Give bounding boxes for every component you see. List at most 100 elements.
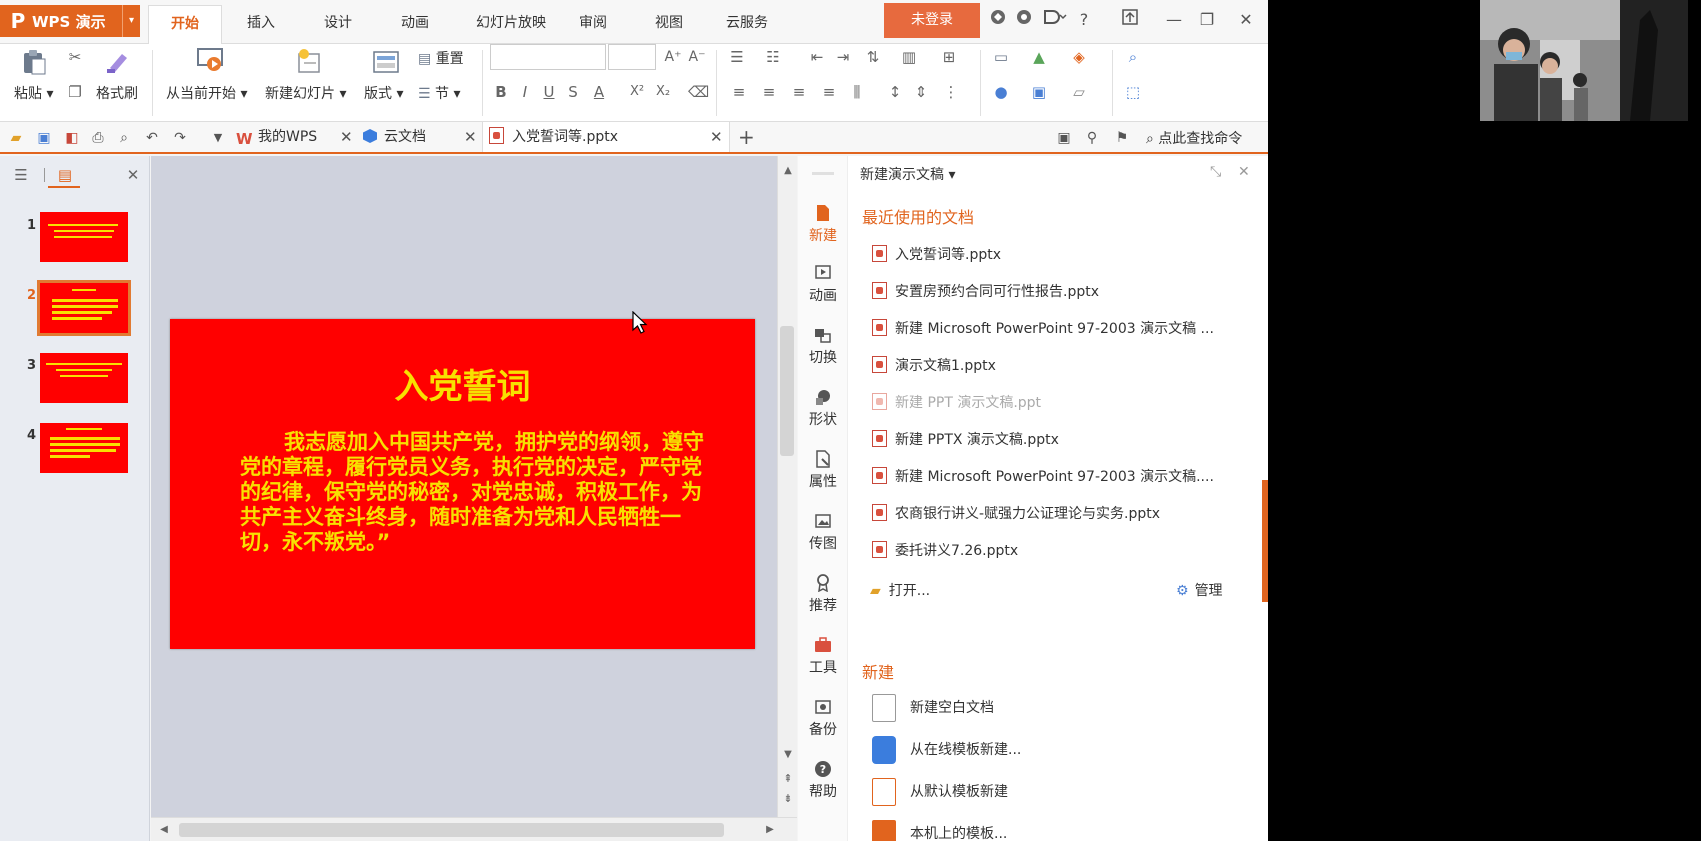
align-left-icon[interactable]: ≡ [730, 83, 748, 101]
flag-icon[interactable]: ⚑ [1112, 128, 1132, 148]
numbered-list-icon[interactable]: ☷ [764, 48, 782, 66]
close-my-wps-tab-icon[interactable]: ✕ [340, 122, 353, 152]
minimize-button[interactable]: — [1162, 8, 1186, 32]
command-search[interactable]: ⌕ 点此查找命令 [1146, 128, 1242, 148]
customize-toolbar-icon[interactable]: ▼ [208, 128, 228, 148]
bold-button[interactable]: B [492, 83, 510, 101]
text-box-icon[interactable]: ⊞ [940, 48, 958, 66]
shrink-font-button[interactable]: A⁻ [688, 48, 706, 66]
tab-view[interactable]: 视图 [636, 5, 702, 44]
upload-icon[interactable] [1118, 8, 1142, 32]
tab-cloud-service[interactable]: 云服务 [712, 5, 782, 44]
help-button[interactable]: ? [1072, 8, 1096, 32]
save-icon[interactable]: ▣ [34, 128, 54, 148]
scroll-down-icon[interactable]: ▼ [779, 746, 797, 764]
recent-file-unavailable[interactable]: 新建 PPT 演示文稿.ppt [872, 392, 1242, 414]
paste-icon[interactable] [20, 48, 48, 76]
find-replace-icon[interactable]: ⌕ [1124, 48, 1142, 66]
text-direction-icon[interactable]: ⇅ [864, 48, 882, 66]
login-button[interactable]: 未登录 [884, 3, 980, 38]
arrange-icon[interactable]: ▣ [1030, 83, 1048, 101]
play-from-current-icon[interactable] [196, 46, 224, 74]
current-slide[interactable]: 入党誓词 我志愿加入中国共产党，拥护党的纲领，遵守党的章程，履行党员义务，执行党… [170, 319, 755, 649]
slide-thumbnail-2[interactable] [37, 280, 131, 336]
paste-button[interactable]: 粘贴 ▾ [14, 83, 53, 103]
paragraph-spacing-icon[interactable]: ⇕ [912, 83, 930, 101]
outline-icon[interactable]: ▱ [1070, 83, 1088, 101]
scroll-left-icon[interactable]: ◀ [155, 821, 173, 839]
subscript-button[interactable]: X₂ [652, 83, 674, 101]
open-file-button[interactable]: ▰ 打开... [870, 580, 1010, 602]
distribute-icon[interactable]: ⫼ [848, 83, 866, 101]
app-menu-caret-icon[interactable]: ▾ [122, 5, 140, 37]
tab-cloud-docs[interactable]: 云文档 [362, 122, 472, 152]
insert-textbox-icon[interactable]: ▭ [992, 48, 1010, 66]
insert-picture-icon[interactable]: ▲ [1030, 48, 1048, 66]
select-icon[interactable]: ⬚ [1124, 83, 1142, 101]
tab-current-document[interactable]: 入党誓词等.pptx [482, 122, 730, 152]
sidebar-tool-backup[interactable]: 备份 [798, 698, 848, 739]
recent-file[interactable]: 演示文稿1.pptx [872, 355, 1242, 377]
tab-my-wps[interactable]: W 我的WPS [236, 122, 346, 152]
font-name-combo[interactable] [490, 44, 606, 70]
justify-icon[interactable]: ≡ [820, 83, 838, 101]
slide-editing-canvas[interactable]: 入党誓词 我志愿加入中国共产党，拥护党的纲领，遵守党的章程，履行党员义务，执行党… [151, 156, 777, 817]
app-menu-button[interactable]: P WPS 演示 ▾ [0, 5, 140, 37]
cut-icon[interactable]: ✂ [66, 48, 84, 66]
slide-body-text[interactable]: 我志愿加入中国共产党，拥护党的纲领，遵守党的章程，履行党员义务，执行党的决定，严… [240, 430, 710, 555]
horizontal-scrollbar[interactable]: ◀ ▶ [151, 817, 797, 841]
pin-icon[interactable]: ⚲ [1082, 128, 1102, 148]
new-slide-button[interactable]: 新建幻灯片 ▾ [265, 83, 346, 103]
copy-icon[interactable]: ❐ [66, 83, 84, 101]
sidebar-tool-recommend[interactable]: 推荐 [798, 574, 848, 615]
slides-view-icon[interactable]: ▤ [56, 166, 74, 184]
reset-button[interactable]: ▤ 重置 [418, 48, 464, 68]
font-color-button[interactable]: A [590, 83, 608, 101]
horizontal-scroll-thumb[interactable] [179, 823, 724, 837]
skin-icon[interactable] [986, 8, 1010, 32]
local-templates[interactable]: 本机上的模板... [872, 818, 1007, 841]
close-cloud-docs-tab-icon[interactable]: ✕ [464, 122, 477, 152]
print-preview-icon[interactable]: ⌕ [114, 128, 134, 148]
scroll-right-icon[interactable]: ▶ [761, 821, 779, 839]
sidebar-tool-shapes[interactable]: 形状 [798, 388, 848, 429]
recent-file[interactable]: 入党誓词等.pptx [872, 244, 1242, 266]
tab-design[interactable]: 设计 [305, 5, 371, 44]
close-button[interactable]: ✕ [1234, 8, 1258, 32]
tab-insert[interactable]: 插入 [228, 5, 294, 44]
print-icon[interactable]: ⎙ [88, 128, 108, 148]
task-pane-expand-handle[interactable] [1262, 480, 1268, 602]
recent-file[interactable]: 新建 Microsoft PowerPoint 97-2003 演示文稿 ... [872, 318, 1242, 340]
recent-file[interactable]: 新建 Microsoft PowerPoint 97-2003 演示文稿.... [872, 466, 1242, 488]
vertical-scroll-thumb[interactable] [780, 326, 794, 456]
sidebar-tool-transition[interactable]: 切换 [798, 326, 848, 367]
font-size-combo[interactable] [608, 44, 656, 70]
pane-close-icon[interactable]: ✕ [1238, 164, 1250, 180]
align-right-icon[interactable]: ≡ [790, 83, 808, 101]
open-folder-icon[interactable]: ▰ [6, 128, 26, 148]
bullet-list-icon[interactable]: ☰ [728, 48, 746, 66]
redo-icon[interactable]: ↷ [170, 128, 190, 148]
manage-button[interactable]: ⚙ 管理 [1176, 580, 1266, 602]
close-document-tab-icon[interactable]: ✕ [710, 122, 723, 152]
undo-icon[interactable]: ↶ [142, 128, 162, 148]
task-pane-title-dropdown[interactable]: 新建演示文稿 ▾ [860, 164, 955, 184]
scroll-up-icon[interactable]: ▲ [779, 162, 797, 180]
new-tab-button[interactable]: + [738, 122, 755, 152]
pane-collapse-icon[interactable]: ⤡ [1210, 164, 1221, 180]
strikethrough-button[interactable]: S [564, 83, 582, 101]
new-blank-document[interactable]: 新建空白文档 [872, 692, 994, 724]
sidebar-tool-animation[interactable]: 动画 [798, 264, 848, 305]
recent-file[interactable]: 农商银行讲义-赋强力公证理论与实务.pptx [872, 503, 1242, 525]
sidebar-tool-help[interactable]: ? 帮助 [798, 760, 848, 801]
settings-gear-icon[interactable] [1012, 8, 1036, 32]
new-slide-icon[interactable] [294, 46, 322, 74]
italic-button[interactable]: I [516, 83, 534, 101]
recent-file[interactable]: 委托讲义7.26.pptx [872, 540, 1242, 562]
recent-file[interactable]: 安置房预约合同可行性报告.pptx [872, 281, 1242, 303]
recent-file[interactable]: 新建 PPTX 演示文稿.pptx [872, 429, 1242, 451]
slide-title[interactable]: 入党誓词 [170, 359, 755, 408]
tab-review[interactable]: 审阅 [560, 5, 626, 44]
previous-slide-icon[interactable]: ⇞ [779, 770, 797, 788]
underline-button[interactable]: U [540, 83, 558, 101]
